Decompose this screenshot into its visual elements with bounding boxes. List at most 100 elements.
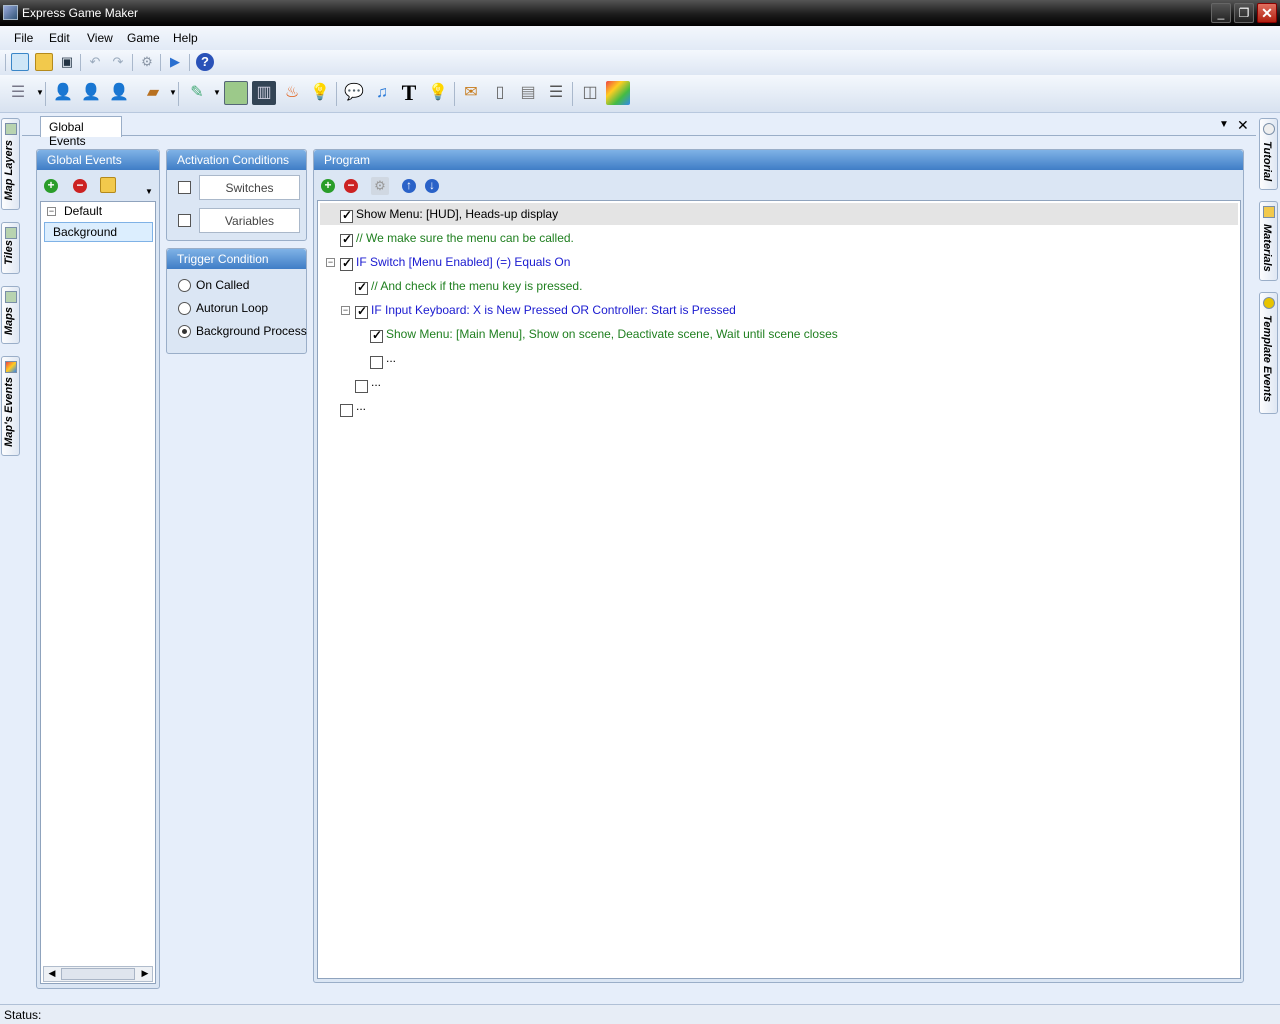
activation-conditions-panel: Activation Conditions Switches Variables: [166, 149, 307, 241]
variables-field[interactable]: Variables: [199, 208, 300, 233]
inbox-icon[interactable]: ✉: [459, 81, 483, 105]
line-checkbox[interactable]: [370, 356, 383, 369]
palette-icon[interactable]: [606, 81, 630, 105]
save-icon[interactable]: ▣: [58, 53, 76, 71]
move-up-icon[interactable]: ↑: [402, 179, 416, 193]
line-checkbox[interactable]: [355, 304, 368, 319]
dialog-bubble-icon[interactable]: 💬: [342, 81, 366, 105]
menu-bar: File Edit View Game Help: [0, 26, 1280, 50]
move-down-icon[interactable]: ↓: [425, 179, 439, 193]
label-autorun-loop: Autorun Loop: [196, 301, 269, 315]
event-tree: − Default Background ◀ ▶: [40, 201, 156, 984]
command-settings-icon[interactable]: ⚙: [371, 177, 389, 195]
music-note-icon[interactable]: ♫: [370, 81, 394, 105]
panel-options-icon[interactable]: ▼: [143, 183, 155, 201]
switches-checkbox[interactable]: [178, 181, 191, 194]
side-tab-template-events[interactable]: Template Events: [1259, 292, 1278, 414]
animation-film-icon[interactable]: ▥: [252, 81, 276, 105]
add-event-icon[interactable]: +: [44, 179, 58, 193]
new-map-icon[interactable]: [11, 53, 29, 71]
program-line[interactable]: Show Menu: [Main Menu], Show on scene, D…: [386, 327, 838, 341]
tree-group-default[interactable]: Default: [64, 204, 102, 218]
side-tab-tutorial[interactable]: Tutorial: [1259, 118, 1278, 190]
main-toolbar: ▣ ↶ ↷ ⚙ ▶ ?: [0, 50, 1280, 75]
program-line-empty[interactable]: ...: [371, 375, 381, 389]
light-bulb-icon[interactable]: 💡: [308, 81, 332, 105]
tileset-icon[interactable]: [224, 81, 248, 105]
close-tab-icon[interactable]: ✕: [1237, 117, 1249, 134]
text-icon[interactable]: T: [397, 81, 421, 105]
database-dropdown-icon[interactable]: ▼: [31, 84, 49, 102]
remove-event-icon[interactable]: −: [73, 179, 87, 193]
document-icon[interactable]: ▤: [516, 81, 540, 105]
database-icon[interactable]: ☰: [6, 81, 30, 105]
line-checkbox[interactable]: [340, 256, 353, 271]
line-checkbox[interactable]: [370, 328, 383, 343]
program-line[interactable]: IF Switch [Menu Enabled] (=) Equals On: [356, 255, 570, 269]
variables-checkbox[interactable]: [178, 214, 191, 227]
play-icon[interactable]: ▶: [166, 53, 184, 71]
radio-background-process[interactable]: [178, 325, 191, 338]
window-icon[interactable]: ▯: [488, 81, 512, 105]
menu-game[interactable]: Game: [127, 31, 160, 45]
menu-view[interactable]: View: [87, 31, 113, 45]
remove-command-icon[interactable]: −: [344, 179, 358, 193]
radio-autorun-loop[interactable]: [178, 302, 191, 315]
side-tab-materials[interactable]: Materials: [1259, 201, 1278, 281]
title-bar: Express Game Maker _ ❐ ✕: [0, 0, 1280, 26]
tab-global-events[interactable]: Global Events: [40, 116, 122, 148]
status-bar: Status:: [0, 1004, 1280, 1024]
side-tab-maps[interactable]: Maps: [1, 286, 20, 344]
open-folder-icon[interactable]: [35, 53, 53, 71]
line-checkbox[interactable]: [340, 208, 353, 223]
line-checkbox[interactable]: [355, 380, 368, 393]
redo-icon[interactable]: ↷: [109, 53, 127, 71]
program-line[interactable]: // And check if the menu key is pressed.: [371, 279, 582, 293]
side-tab-map-layers[interactable]: Map Layers: [1, 118, 20, 210]
maximize-button[interactable]: ❐: [1234, 3, 1254, 23]
menu-edit[interactable]: Edit: [49, 31, 70, 45]
hero-icon[interactable]: 👤: [51, 81, 75, 105]
line-checkbox[interactable]: [340, 404, 353, 417]
line-checkbox[interactable]: [355, 280, 368, 295]
program-list: Show Menu: [HUD], Heads-up display // We…: [317, 200, 1241, 979]
switches-field[interactable]: Switches: [199, 175, 300, 200]
program-line[interactable]: Show Menu: [HUD], Heads-up display: [356, 207, 558, 221]
menu-file[interactable]: File: [14, 31, 33, 45]
minimize-button[interactable]: _: [1211, 3, 1231, 23]
side-tab-maps-events[interactable]: Map's Events: [1, 356, 20, 456]
help-icon[interactable]: ?: [196, 53, 214, 71]
scroll-left-icon[interactable]: ◀: [45, 968, 59, 980]
tab-list-dropdown-icon[interactable]: ▼: [1219, 119, 1229, 130]
item-box-icon[interactable]: ▰: [141, 81, 165, 105]
side-tab-tiles[interactable]: Tiles: [1, 222, 20, 274]
undo-icon[interactable]: ↶: [86, 53, 104, 71]
add-command-icon[interactable]: +: [321, 179, 335, 193]
program-line[interactable]: IF Input Keyboard: X is New Pressed OR C…: [371, 303, 736, 317]
radio-on-called[interactable]: [178, 279, 191, 292]
line-checkbox[interactable]: [340, 232, 353, 247]
panel-icon[interactable]: ☰: [544, 81, 568, 105]
layout-icon[interactable]: ◫: [578, 81, 602, 105]
tree-item-background[interactable]: Background: [44, 222, 153, 242]
scroll-thumb[interactable]: [61, 968, 135, 980]
collapse-default-icon[interactable]: −: [47, 207, 56, 216]
npc-icon[interactable]: 👤: [79, 81, 103, 105]
edit-map-icon[interactable]: ✎: [185, 81, 209, 105]
scroll-right-icon[interactable]: ▶: [138, 968, 152, 980]
activation-conditions-header: Activation Conditions: [167, 150, 306, 170]
program-line[interactable]: // We make sure the menu can be called.: [356, 231, 574, 245]
program-line-empty[interactable]: ...: [356, 399, 366, 413]
collapse-if-input-icon[interactable]: −: [341, 306, 350, 315]
fire-effect-icon[interactable]: ♨: [280, 81, 304, 105]
collapse-if-switch-icon[interactable]: −: [326, 258, 335, 267]
horizontal-scrollbar[interactable]: ◀ ▶: [43, 966, 153, 982]
item-dropdown-icon[interactable]: ▼: [164, 84, 182, 102]
close-button[interactable]: ✕: [1257, 3, 1277, 23]
settings-gear-icon[interactable]: ⚙: [138, 53, 156, 71]
hint-bulb-icon[interactable]: 💡: [426, 81, 450, 105]
menu-help[interactable]: Help: [173, 31, 198, 45]
enemy-icon[interactable]: 👤: [107, 81, 131, 105]
program-line-empty[interactable]: ...: [386, 351, 396, 365]
add-folder-icon[interactable]: [100, 177, 116, 193]
